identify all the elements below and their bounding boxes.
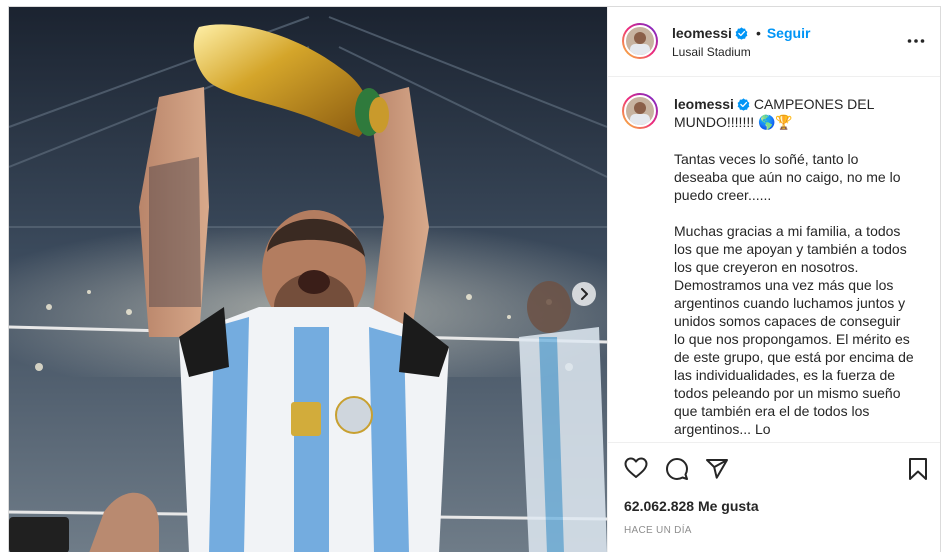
username[interactable]: leomessi [672,25,732,41]
like-button[interactable] [624,457,648,484]
post-side-panel: leomessi • Seguir Lusail Stadium leomess… [607,7,940,552]
caption-username[interactable]: leomessi [674,96,734,112]
caption-section: leomessi CAMPEONES DEL MUNDO!!!!!!! 🌎🏆 T… [608,77,940,443]
caption-avatar[interactable] [622,93,658,129]
verified-badge-icon [735,26,748,40]
action-bar [608,453,940,486]
follow-button[interactable]: Seguir [767,25,811,41]
post-container: leomessi • Seguir Lusail Stadium leomess… [8,6,941,552]
save-button[interactable] [908,457,928,486]
location-link[interactable]: Lusail Stadium [672,45,751,59]
more-options-icon [907,39,925,43]
avatar-image [624,95,656,127]
verified-badge-icon [737,98,750,111]
heart-icon [624,457,648,478]
comment-icon [666,458,688,480]
share-icon [706,459,728,479]
post-image[interactable] [9,7,607,552]
post-timestamp[interactable]: HACE UN DÍA [624,525,692,536]
more-options-button[interactable] [907,31,925,49]
share-button[interactable] [705,457,729,486]
caption-title-line: leomessi CAMPEONES DEL MUNDO!!!!!!! 🌎🏆 [674,95,914,131]
caption-paragraph: Muchas gracias a mi familia, a todos los… [674,223,914,437]
next-image-button[interactable] [572,282,596,306]
header-title-row: leomessi • Seguir [672,25,810,41]
comment-button[interactable] [665,457,689,486]
post-photo [9,7,607,552]
caption-paragraph: Tantas veces lo soñé, tanto lo deseaba q… [674,151,901,203]
caption: leomessi CAMPEONES DEL MUNDO!!!!!!! 🌎🏆 T… [674,95,914,442]
likes-count[interactable]: 62.062.828 Me gusta [624,498,759,514]
avatar[interactable] [622,23,658,59]
post-header: leomessi • Seguir Lusail Stadium [608,7,940,77]
bookmark-icon [909,458,927,480]
separator-dot: • [755,25,761,41]
avatar-image [624,25,656,57]
chevron-right-icon [581,288,588,300]
